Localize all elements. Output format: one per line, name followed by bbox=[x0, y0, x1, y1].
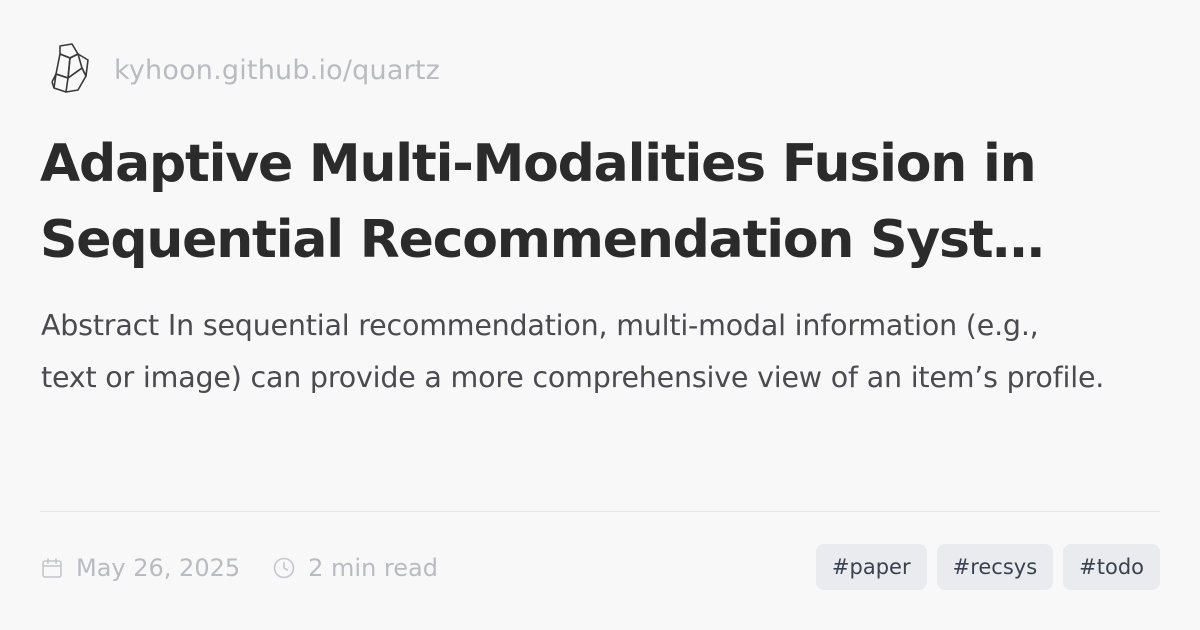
read-time-item: 2 min read bbox=[272, 554, 438, 582]
post-meta: May 26, 2025 2 min read bbox=[40, 548, 470, 588]
page-title-line-1: Adaptive Multi-Modalities Fusion in bbox=[40, 134, 1037, 194]
abstract-line-1: Abstract In sequential recommendation, m… bbox=[41, 309, 1039, 342]
site-header: kyhoon.github.io/quartz bbox=[48, 40, 440, 100]
read-time: 2 min read bbox=[308, 554, 438, 582]
tag-recsys[interactable]: #recsys bbox=[936, 544, 1054, 590]
tag-paper[interactable]: #paper bbox=[815, 544, 927, 590]
calendar-icon bbox=[42, 558, 62, 578]
tag-todo[interactable]: #todo bbox=[1063, 544, 1160, 590]
date-item: May 26, 2025 bbox=[40, 554, 240, 582]
crystal-icon bbox=[51, 43, 89, 93]
page-title: Adaptive Multi-Modalities Fusion in Sequ… bbox=[40, 126, 1165, 278]
page-title-line-2: Sequential Recommendation Syst… bbox=[40, 210, 1044, 270]
abstract-line-2: text or image) can provide a more compre… bbox=[41, 361, 1105, 394]
divider bbox=[40, 511, 1160, 512]
publish-date: May 26, 2025 bbox=[76, 554, 241, 582]
site-url[interactable]: kyhoon.github.io/quartz bbox=[114, 55, 440, 86]
abstract: Abstract In sequential recommendation, m… bbox=[41, 300, 1161, 404]
tag-list: #paper #recsys #todo bbox=[815, 544, 1160, 590]
clock-icon bbox=[273, 557, 295, 579]
